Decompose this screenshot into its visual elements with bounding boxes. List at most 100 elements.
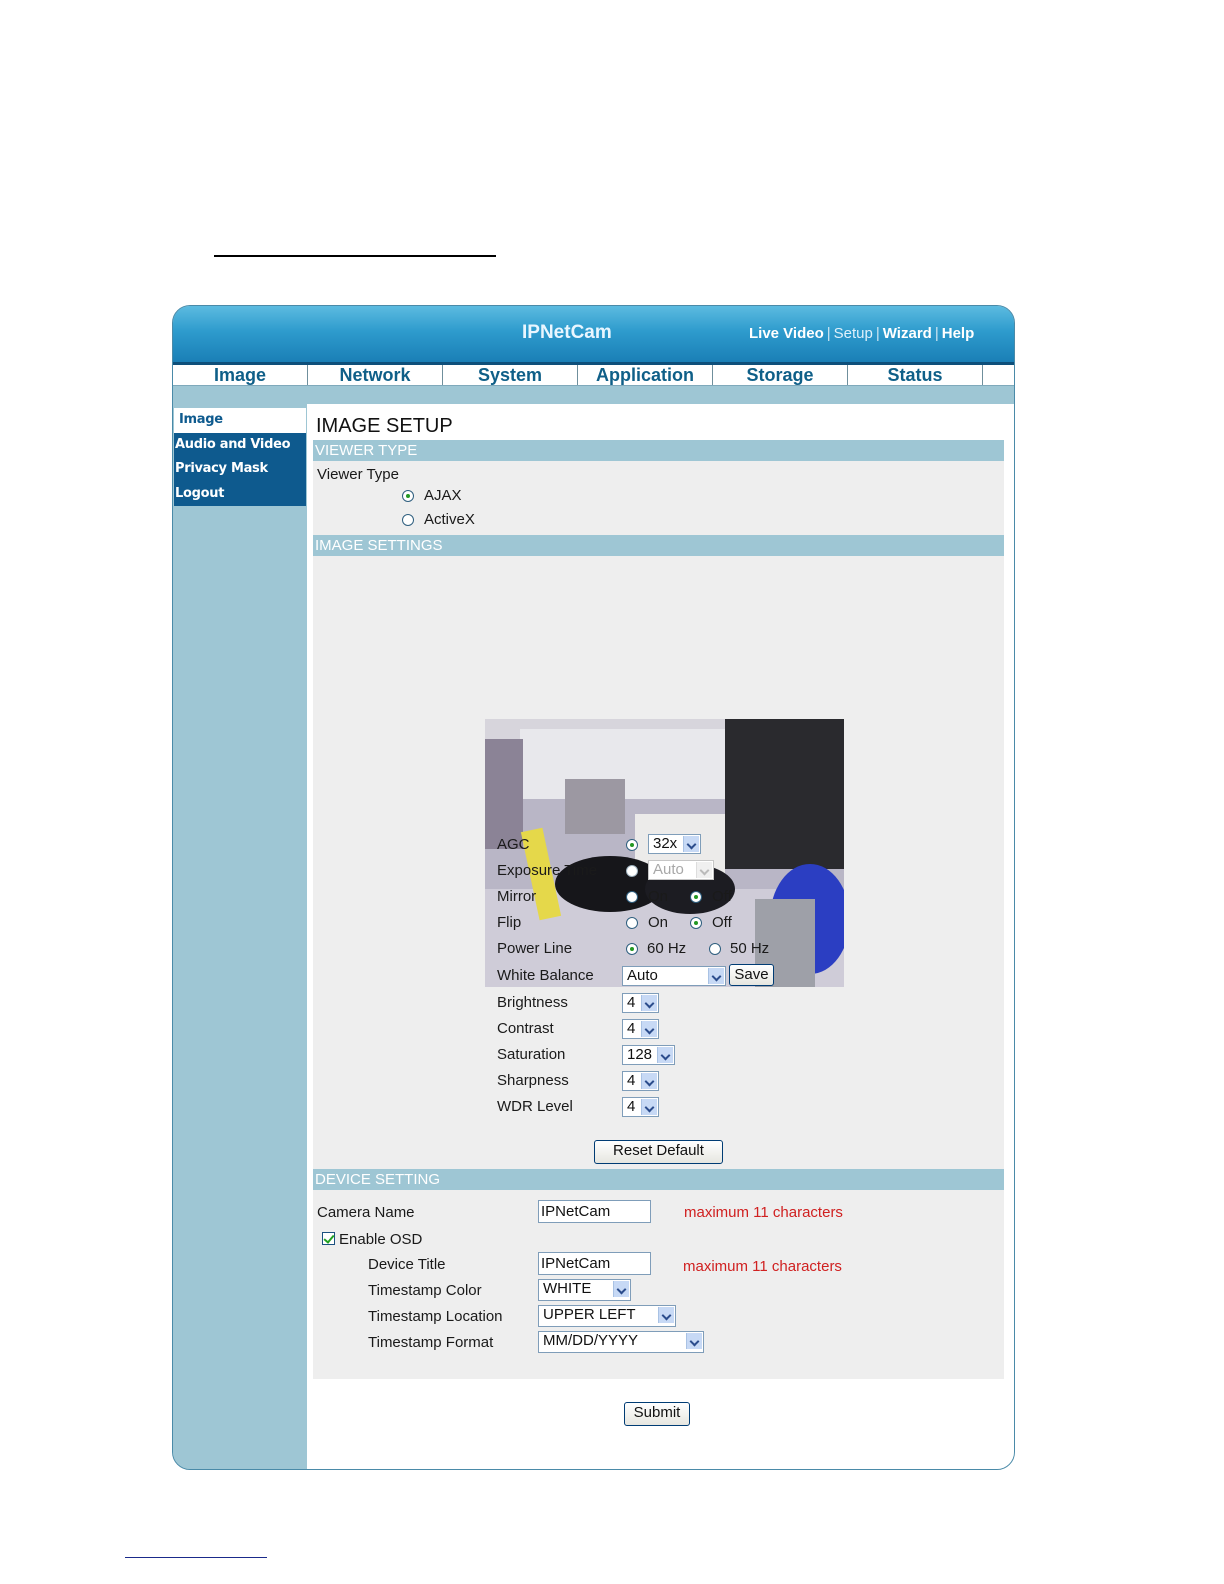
sidebar-item-logout[interactable]: Logout — [174, 482, 306, 507]
chevron-down-icon — [641, 1099, 657, 1115]
contrast-select[interactable]: 4 — [622, 1019, 659, 1039]
viewer-panel: Viewer Type AJAX ActiveX — [313, 461, 1004, 535]
tab-storage[interactable]: Storage — [713, 365, 848, 385]
saturation-value: 128 — [627, 1046, 653, 1063]
sharpness-label: Sharpness — [497, 1072, 569, 1089]
header-bar: IPNetCam Live Video | Setup | Wizard | Help — [173, 306, 1014, 365]
device-title-input[interactable]: IPNetCam — [538, 1252, 651, 1275]
power-50hz-radio[interactable] — [709, 943, 721, 955]
link-separator: | — [826, 325, 831, 342]
white-balance-save-button[interactable]: Save — [729, 964, 774, 986]
timestamp-color-select[interactable]: WHITE — [538, 1279, 631, 1301]
chevron-down-icon — [641, 1073, 657, 1089]
chevron-down-icon — [613, 1281, 629, 1297]
exposure-time-select[interactable]: Auto — [648, 860, 714, 880]
flip-label: Flip — [497, 914, 522, 931]
brightness-value: 4 — [627, 994, 636, 1011]
saturation-label: Saturation — [497, 1046, 566, 1063]
timestamp-location-label: Timestamp Location — [368, 1308, 503, 1325]
mirror-off-label: Off — [712, 888, 732, 905]
device-title-hint: maximum 11 characters — [683, 1258, 842, 1275]
tab-application[interactable]: Application — [578, 365, 713, 385]
camera-name-label: Camera Name — [317, 1204, 415, 1221]
chevron-down-icon — [657, 1047, 673, 1063]
help-link[interactable]: Help — [942, 325, 975, 342]
exposure-time-radio[interactable] — [626, 865, 638, 877]
link-separator: | — [934, 325, 939, 342]
timestamp-location-value: UPPER LEFT — [543, 1306, 636, 1323]
live-video-link[interactable]: Live Video — [749, 325, 824, 342]
power-50hz-label: 50 Hz — [730, 940, 770, 957]
activex-radio[interactable] — [402, 514, 414, 526]
exposure-time-label: Exposure Time — [497, 862, 598, 879]
power-60hz-label: 60 Hz — [647, 940, 687, 957]
agc-radio[interactable] — [626, 839, 638, 851]
agc-select[interactable]: 32x — [648, 834, 701, 854]
page-title: IMAGE SETUP — [316, 415, 453, 437]
section-viewer-type: VIEWER TYPE — [313, 440, 1004, 461]
chevron-down-icon — [686, 1333, 702, 1349]
tab-network[interactable]: Network — [308, 365, 443, 385]
device-setting-panel: Camera Name IPNetCam maximum 11 characte… — [313, 1190, 1004, 1379]
agc-label: AGC — [497, 836, 530, 853]
sharpness-value: 4 — [627, 1072, 636, 1089]
timestamp-format-value: MM/DD/YYYY — [543, 1332, 639, 1349]
wdr-level-value: 4 — [627, 1098, 636, 1115]
wizard-link[interactable]: Wizard — [883, 325, 932, 342]
sharpness-select[interactable]: 4 — [622, 1071, 659, 1091]
app-window: IPNetCam Live Video | Setup | Wizard | Help Im… — [172, 305, 1015, 1470]
submit-button[interactable]: Submit — [624, 1402, 690, 1426]
tab-system[interactable]: System — [443, 365, 578, 385]
flip-off-radio[interactable] — [690, 917, 702, 929]
flip-off-label: Off — [712, 914, 732, 931]
chevron-down-icon — [708, 968, 724, 984]
activex-label: ActiveX — [424, 511, 475, 528]
power-line-label: Power Line — [497, 940, 573, 957]
viewer-type-label: Viewer Type — [317, 466, 399, 483]
reset-default-button[interactable]: Reset Default — [594, 1140, 723, 1164]
sidebar: Image Audio and Video Privacy Mask Logou… — [174, 408, 306, 506]
flip-on-radio[interactable] — [626, 917, 638, 929]
enable-osd-checkbox[interactable] — [322, 1232, 335, 1245]
contrast-label: Contrast — [497, 1020, 554, 1037]
section-device-setting: DEVICE SETTING — [313, 1169, 1004, 1190]
top-rule — [214, 255, 496, 257]
sidebar-item-image[interactable]: Image — [174, 408, 306, 433]
agc-select-value: 32x — [653, 835, 678, 852]
white-balance-select[interactable]: Auto — [622, 966, 726, 986]
timestamp-format-label: Timestamp Format — [368, 1334, 494, 1351]
chevron-down-icon — [641, 1021, 657, 1037]
bottom-rule — [125, 1557, 267, 1558]
wdr-level-select[interactable]: 4 — [622, 1097, 659, 1117]
enable-osd-label: Enable OSD — [339, 1231, 423, 1248]
timestamp-location-select[interactable]: UPPER LEFT — [538, 1305, 676, 1327]
mirror-on-label: On — [648, 888, 669, 905]
power-60hz-radio[interactable] — [626, 943, 638, 955]
chevron-down-icon — [696, 862, 712, 878]
tab-image[interactable]: Image — [173, 365, 308, 385]
device-title-label: Device Title — [368, 1256, 446, 1273]
section-image-settings: IMAGE SETTINGS — [313, 535, 1004, 556]
brightness-label: Brightness — [497, 994, 568, 1011]
timestamp-color-label: Timestamp Color — [368, 1282, 482, 1299]
timestamp-color-value: WHITE — [543, 1280, 592, 1297]
mirror-on-radio[interactable] — [626, 891, 638, 903]
tab-status[interactable]: Status — [848, 365, 983, 385]
app-title: IPNetCam — [522, 322, 612, 343]
camera-name-hint: maximum 11 characters — [684, 1204, 843, 1221]
ajax-radio[interactable] — [402, 490, 414, 502]
exposure-select-value: Auto — [653, 861, 684, 878]
main-tabs: Image Network System Application Storage… — [173, 365, 1014, 386]
timestamp-format-select[interactable]: MM/DD/YYYY — [538, 1331, 704, 1353]
sidebar-item-audio-video[interactable]: Audio and Video — [174, 433, 306, 458]
brightness-select[interactable]: 4 — [622, 993, 659, 1013]
mirror-off-radio[interactable] — [690, 891, 702, 903]
wdr-level-label: WDR Level — [497, 1098, 573, 1115]
saturation-select[interactable]: 128 — [622, 1045, 675, 1065]
setup-link[interactable]: Setup — [834, 325, 873, 342]
flip-on-label: On — [648, 914, 669, 931]
sidebar-item-privacy-mask[interactable]: Privacy Mask — [174, 457, 306, 482]
ajax-label: AJAX — [424, 487, 462, 504]
camera-name-input[interactable]: IPNetCam — [538, 1200, 651, 1223]
chevron-down-icon — [658, 1307, 674, 1323]
